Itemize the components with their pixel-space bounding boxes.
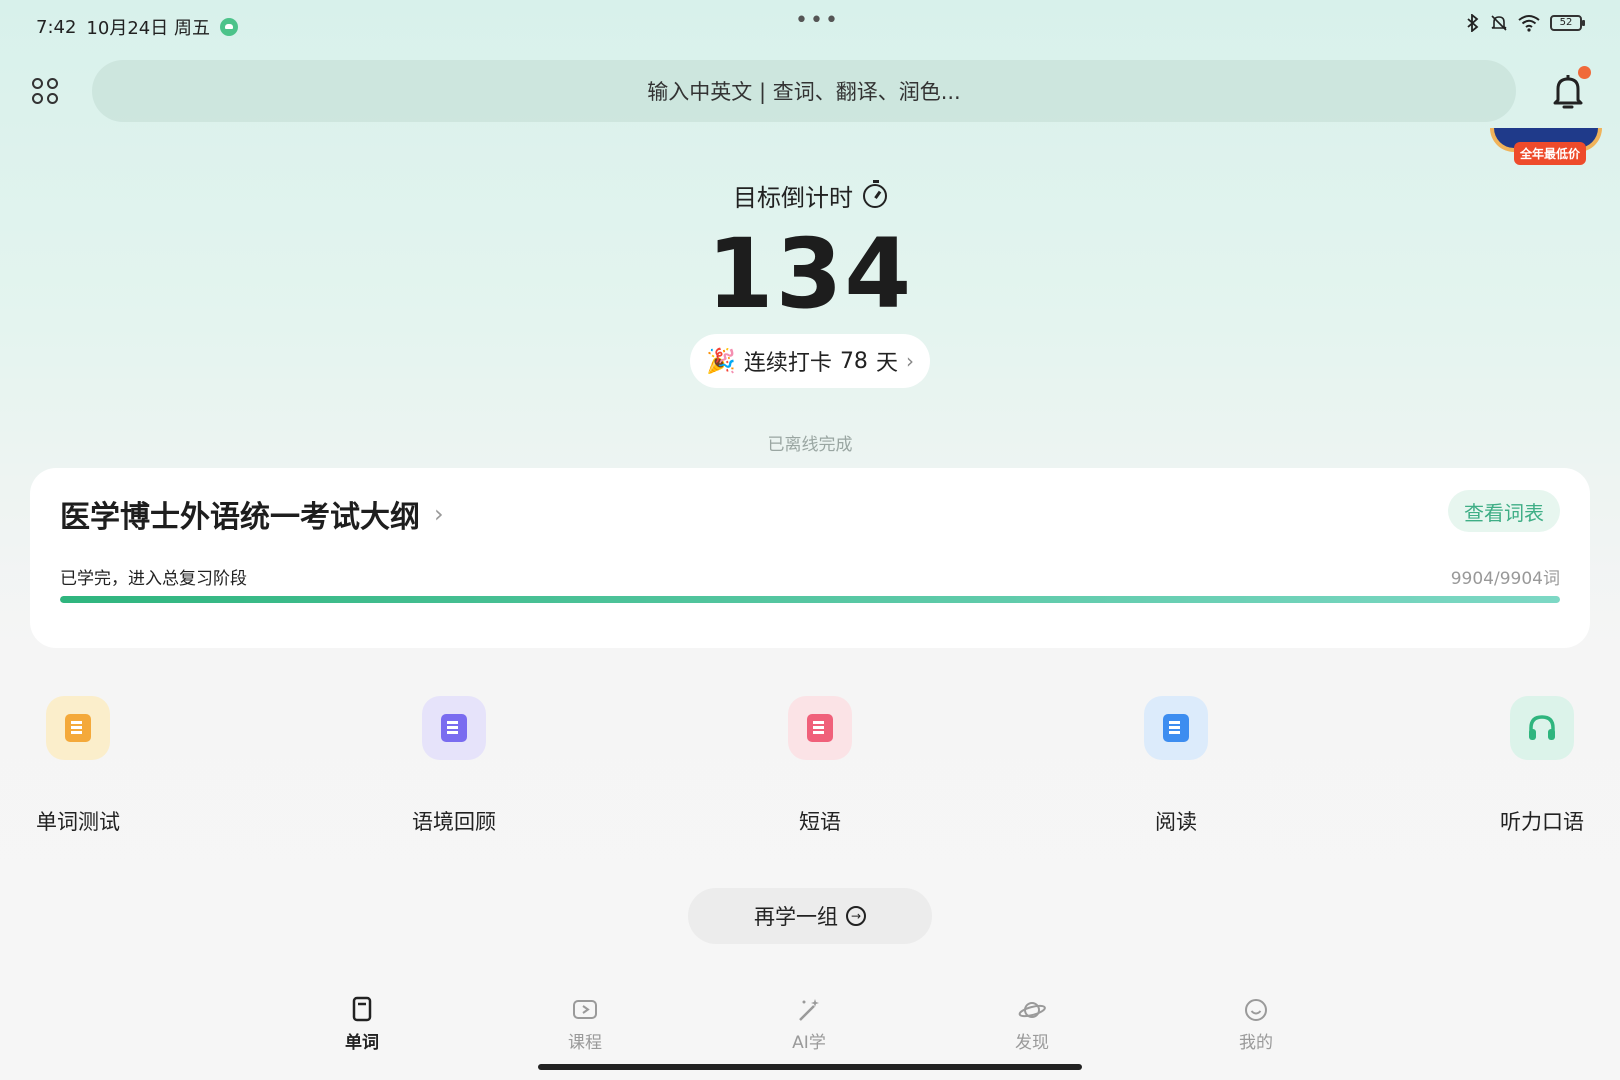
wordbook-count: 9904/9904词 — [1450, 569, 1560, 589]
magic-wand-icon — [799, 999, 819, 1021]
chevron-right-icon: › — [905, 349, 914, 373]
nav-label: 课程 — [568, 1033, 602, 1053]
nav-tab-discover[interactable]: 发现 — [992, 996, 1072, 1053]
countdown-days: 134 — [706, 218, 914, 330]
reading-icon — [1144, 696, 1208, 760]
arrow-right-circle-icon: → — [846, 906, 866, 926]
planet-icon — [1018, 1002, 1046, 1018]
more-dots-icon[interactable]: ••• — [795, 8, 840, 33]
feature-label: 语境回顾 — [412, 810, 496, 834]
mute-icon — [1491, 15, 1507, 31]
phrase-icon — [788, 696, 852, 760]
nav-label: 单词 — [345, 1033, 379, 1053]
feature-listening-speaking[interactable]: 听力口语 — [1472, 696, 1612, 836]
streak-days: 78 — [839, 348, 868, 374]
feature-reading[interactable]: 阅读 — [1106, 696, 1246, 836]
wordbook-status: 已学完，进入总复习阶段 — [60, 569, 247, 589]
feature-context-review[interactable]: 语境回顾 — [384, 696, 524, 836]
status-bar-left: 7:42 10月24日 周五 — [36, 14, 238, 40]
feature-label: 听力口语 — [1500, 810, 1584, 834]
chevron-right-icon: › — [434, 500, 444, 528]
wifi-icon — [1518, 15, 1540, 32]
play-icon — [573, 1000, 597, 1019]
party-popper-icon: 🎉 — [706, 347, 736, 375]
status-bar-right: 52 — [1466, 14, 1585, 32]
nav-tab-courses[interactable]: 课程 — [545, 996, 625, 1053]
wordbook-card: 医学博士外语统一考试大纲 › 查看词表 已学完，进入总复习阶段 9904/990… — [30, 468, 1590, 648]
headphones-icon — [1510, 696, 1574, 760]
feature-phrase[interactable]: 短语 — [750, 696, 890, 836]
progress-bar — [60, 596, 1560, 603]
goal-countdown-title[interactable]: 目标倒计时 — [0, 178, 1620, 213]
study-again-label: 再学一组 — [754, 905, 838, 929]
apps-grid-icon[interactable] — [32, 78, 58, 104]
view-wordlist-button[interactable]: 查看词表 — [1448, 490, 1560, 532]
word-test-icon — [46, 696, 110, 760]
streak-button[interactable]: 🎉 连续打卡 78 天 › — [690, 334, 930, 388]
wordbook-title-link[interactable]: 医学博士外语统一考试大纲 › — [60, 492, 444, 536]
context-review-icon — [422, 696, 486, 760]
nav-tab-me[interactable]: 我的 — [1216, 996, 1296, 1053]
goal-countdown-label: 目标倒计时 — [733, 184, 853, 212]
feature-label: 短语 — [799, 810, 841, 834]
nav-tab-words[interactable]: 单词 — [322, 996, 402, 1053]
feature-label: 单词测试 — [36, 810, 120, 834]
promo-banner[interactable]: 全年最低价 — [1490, 128, 1602, 168]
promo-tag: 全年最低价 — [1514, 142, 1587, 165]
search-placeholder: 输入中英文 | 查词、翻译、润色... — [647, 80, 961, 104]
wordbook-title: 医学博士外语统一考试大纲 — [60, 500, 420, 535]
timer-icon — [863, 179, 887, 208]
bluetooth-icon — [1467, 14, 1479, 32]
offline-status: 已离线完成 — [767, 435, 853, 455]
home-indicator[interactable] — [538, 1064, 1082, 1070]
nav-tab-ai[interactable]: AI学 — [769, 996, 849, 1053]
study-again-button[interactable]: 再学一组 → — [688, 888, 932, 944]
word-card-icon — [352, 996, 372, 1022]
status-date: 10月24日 周五 — [86, 18, 210, 39]
smile-icon — [1245, 999, 1267, 1021]
feature-label: 阅读 — [1155, 810, 1197, 834]
nav-label: AI学 — [792, 1033, 826, 1053]
streak-suffix: 天 — [875, 351, 898, 376]
nav-label: 我的 — [1239, 1033, 1273, 1053]
streak-prefix: 连续打卡 — [743, 351, 832, 376]
status-time: 7:42 — [36, 16, 77, 38]
progress-fill — [60, 596, 1560, 603]
notification-badge — [1578, 66, 1591, 79]
search-input[interactable]: 输入中英文 | 查词、翻译、润色... — [92, 60, 1516, 122]
feature-word-test[interactable]: 单词测试 — [8, 696, 148, 836]
nav-label: 发现 — [1015, 1033, 1049, 1053]
battery-icon: 52 — [1550, 15, 1585, 31]
cloud-app-icon — [219, 18, 238, 36]
